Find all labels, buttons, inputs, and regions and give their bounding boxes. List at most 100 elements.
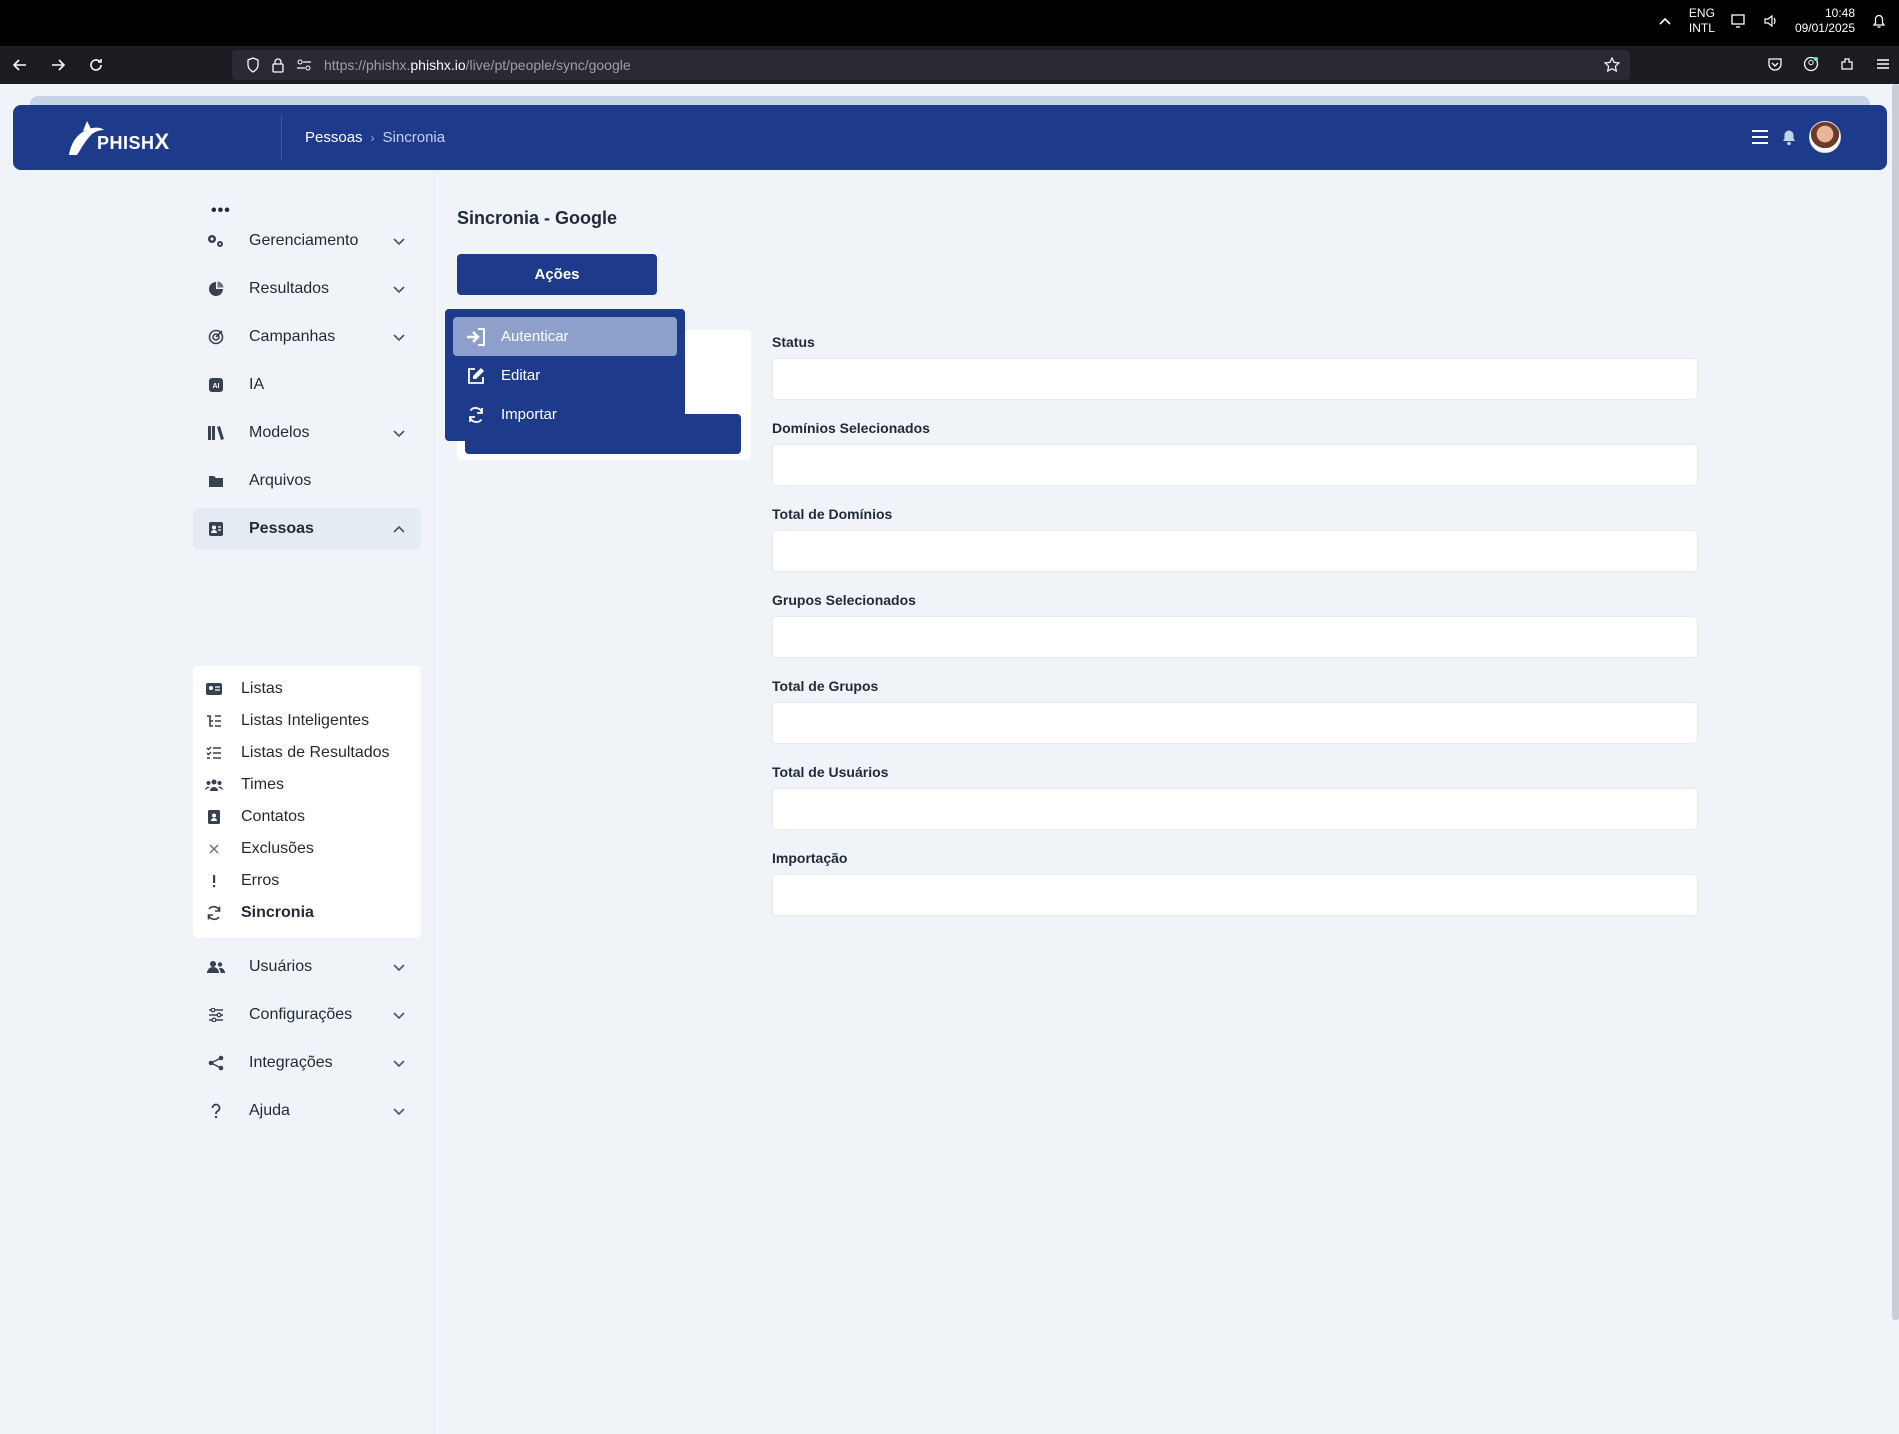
field-importacao[interactable] — [772, 874, 1698, 916]
address-book-icon — [203, 809, 225, 825]
sidebar-item-ajuda[interactable]: Ajuda — [193, 1090, 421, 1132]
breadcrumb-pessoas[interactable]: Pessoas — [305, 129, 363, 146]
users-icon — [205, 958, 227, 976]
keyboard-layout: INTL — [1688, 21, 1715, 35]
forward-button[interactable] — [40, 50, 76, 80]
permissions-icon[interactable] — [296, 58, 312, 72]
chevron-down-icon — [393, 238, 405, 246]
submenu-item-contatos[interactable]: Contatos — [193, 802, 421, 832]
account-icon[interactable] — [1803, 56, 1819, 72]
language-indicator[interactable]: ENG INTL — [1689, 6, 1715, 36]
exclamation-icon — [203, 873, 225, 889]
field-grupos-selecionados[interactable] — [772, 616, 1698, 658]
acoes-button[interactable]: Ações — [457, 254, 657, 295]
field-label-grupos-selecionados: Grupos Selecionados — [772, 592, 916, 608]
field-total-grupos[interactable] — [772, 702, 1698, 744]
shield-icon[interactable] — [246, 57, 260, 73]
hamburger-menu-icon[interactable] — [1751, 129, 1769, 145]
sidebar-item-pessoas[interactable]: Pessoas — [193, 508, 421, 550]
page-scrollbar[interactable] — [1892, 84, 1899, 1320]
submenu-item-label: Listas Inteligentes — [241, 712, 370, 729]
network-icon[interactable] — [1731, 13, 1747, 29]
folder-icon — [205, 472, 227, 490]
back-button[interactable] — [2, 50, 38, 80]
chevron-down-icon — [393, 286, 405, 294]
edit-icon — [465, 366, 487, 386]
sync-icon — [465, 405, 487, 425]
sync-icon — [203, 905, 225, 921]
lock-icon[interactable] — [272, 57, 284, 73]
sidebar-item-ia[interactable]: AI IA — [193, 364, 421, 406]
submenu-item-label: Exclusões — [241, 840, 314, 857]
field-total-usuarios[interactable] — [772, 788, 1698, 830]
user-avatar[interactable] — [1809, 121, 1841, 153]
bookmark-star-icon[interactable] — [1604, 57, 1620, 73]
field-dominios-selecionados[interactable] — [772, 444, 1698, 486]
logo-text: PHISHX — [97, 129, 170, 155]
breadcrumb-separator-icon: › — [370, 130, 375, 145]
header-divider — [281, 115, 282, 160]
chevron-down-icon — [393, 964, 405, 972]
reload-icon — [90, 59, 102, 71]
library-icon — [205, 424, 227, 442]
sidebar-item-configuracoes[interactable]: Configurações — [193, 994, 421, 1036]
submenu-item-exclusoes[interactable]: Exclusões — [193, 834, 421, 864]
submenu-item-label: Listas de Resultados — [241, 744, 390, 761]
sidebar-item-modelos[interactable]: Modelos — [193, 412, 421, 454]
pessoas-submenu: Listas Listas Inteligentes Listas de Res… — [193, 666, 421, 938]
menu-item-importar[interactable]: Importar — [453, 395, 677, 434]
sidebar-item-label: Configurações — [249, 1006, 353, 1023]
submenu-item-times[interactable]: Times — [193, 770, 421, 800]
id-card-icon — [203, 681, 225, 697]
sidebar: ••• Gerenciamento Resultados Campanhas A… — [181, 170, 434, 1434]
address-bar[interactable]: https://phishx.phishx.io/live/pt/people/… — [232, 50, 1630, 80]
sidebar-item-resultados[interactable]: Resultados — [193, 268, 421, 310]
sidebar-item-label: Campanhas — [249, 328, 336, 345]
phishx-logo[interactable]: PHISHX — [61, 115, 170, 159]
system-tray: ENG INTL 10:48 09/01/2025 — [1657, 6, 1887, 36]
logo-text-x: X — [154, 129, 170, 154]
sidebar-item-label: Arquivos — [249, 472, 312, 489]
sidebar-item-usuarios[interactable]: Usuários — [193, 946, 421, 988]
submenu-item-listas[interactable]: Listas — [193, 674, 421, 704]
notification-bell-icon[interactable] — [1871, 13, 1887, 29]
reload-button[interactable] — [78, 50, 114, 80]
submenu-item-label: Erros — [241, 872, 280, 889]
menu-item-autenticar[interactable]: Autenticar — [453, 317, 677, 356]
url-text: https://phishx.phishx.io/live/pt/people/… — [324, 57, 631, 73]
field-label-status: Status — [772, 334, 815, 350]
menu-item-editar[interactable]: Editar — [453, 356, 677, 395]
menu-item-label: Importar — [501, 406, 557, 423]
extensions-icon[interactable] — [1839, 56, 1855, 72]
x-icon — [203, 841, 225, 857]
field-label-total-usuarios: Total de Usuários — [772, 764, 889, 780]
submenu-item-sincronia[interactable]: Sincronia — [193, 898, 421, 928]
menu-icon[interactable] — [1875, 56, 1891, 72]
chevron-up-icon[interactable] — [1657, 13, 1673, 29]
sidebar-item-campanhas[interactable]: Campanhas — [193, 316, 421, 358]
submenu-item-listas-inteligentes[interactable]: Listas Inteligentes — [193, 706, 421, 736]
sidebar-item-integracoes[interactable]: Integrações — [193, 1042, 421, 1084]
sidebar-more-icon[interactable]: ••• — [211, 202, 231, 220]
pocket-icon[interactable] — [1767, 56, 1783, 72]
submenu-item-listas-de-resultados[interactable]: Listas de Resultados — [193, 738, 421, 768]
field-label-total-dominios: Total de Domínios — [772, 506, 893, 522]
submenu-item-erros[interactable]: Erros — [193, 866, 421, 896]
field-status[interactable] — [772, 358, 1698, 400]
field-label-dominios-selecionados: Domínios Selecionados — [772, 420, 930, 436]
breadcrumb: Pessoas › Sincronia — [305, 129, 445, 146]
app-header: PHISHX Pessoas › Sincronia — [13, 105, 1887, 170]
field-total-dominios[interactable] — [772, 530, 1698, 572]
acoes-dropdown-menu: Autenticar Editar Importar — [445, 309, 685, 441]
sidebar-item-label: Ajuda — [249, 1102, 290, 1119]
menu-item-label: Editar — [501, 367, 541, 384]
os-taskbar: ENG INTL 10:48 09/01/2025 — [0, 0, 1899, 46]
sidebar-item-label: Gerenciamento — [249, 232, 359, 249]
sign-in-icon — [465, 327, 487, 347]
volume-icon[interactable] — [1763, 13, 1779, 29]
notifications-bell-icon[interactable] — [1781, 128, 1797, 146]
clock[interactable]: 10:48 09/01/2025 — [1795, 6, 1855, 36]
sidebar-item-arquivos[interactable]: Arquivos — [193, 460, 421, 502]
sidebar-item-gerenciamento[interactable]: Gerenciamento — [193, 220, 421, 262]
sidebar-item-label: IA — [249, 376, 265, 393]
